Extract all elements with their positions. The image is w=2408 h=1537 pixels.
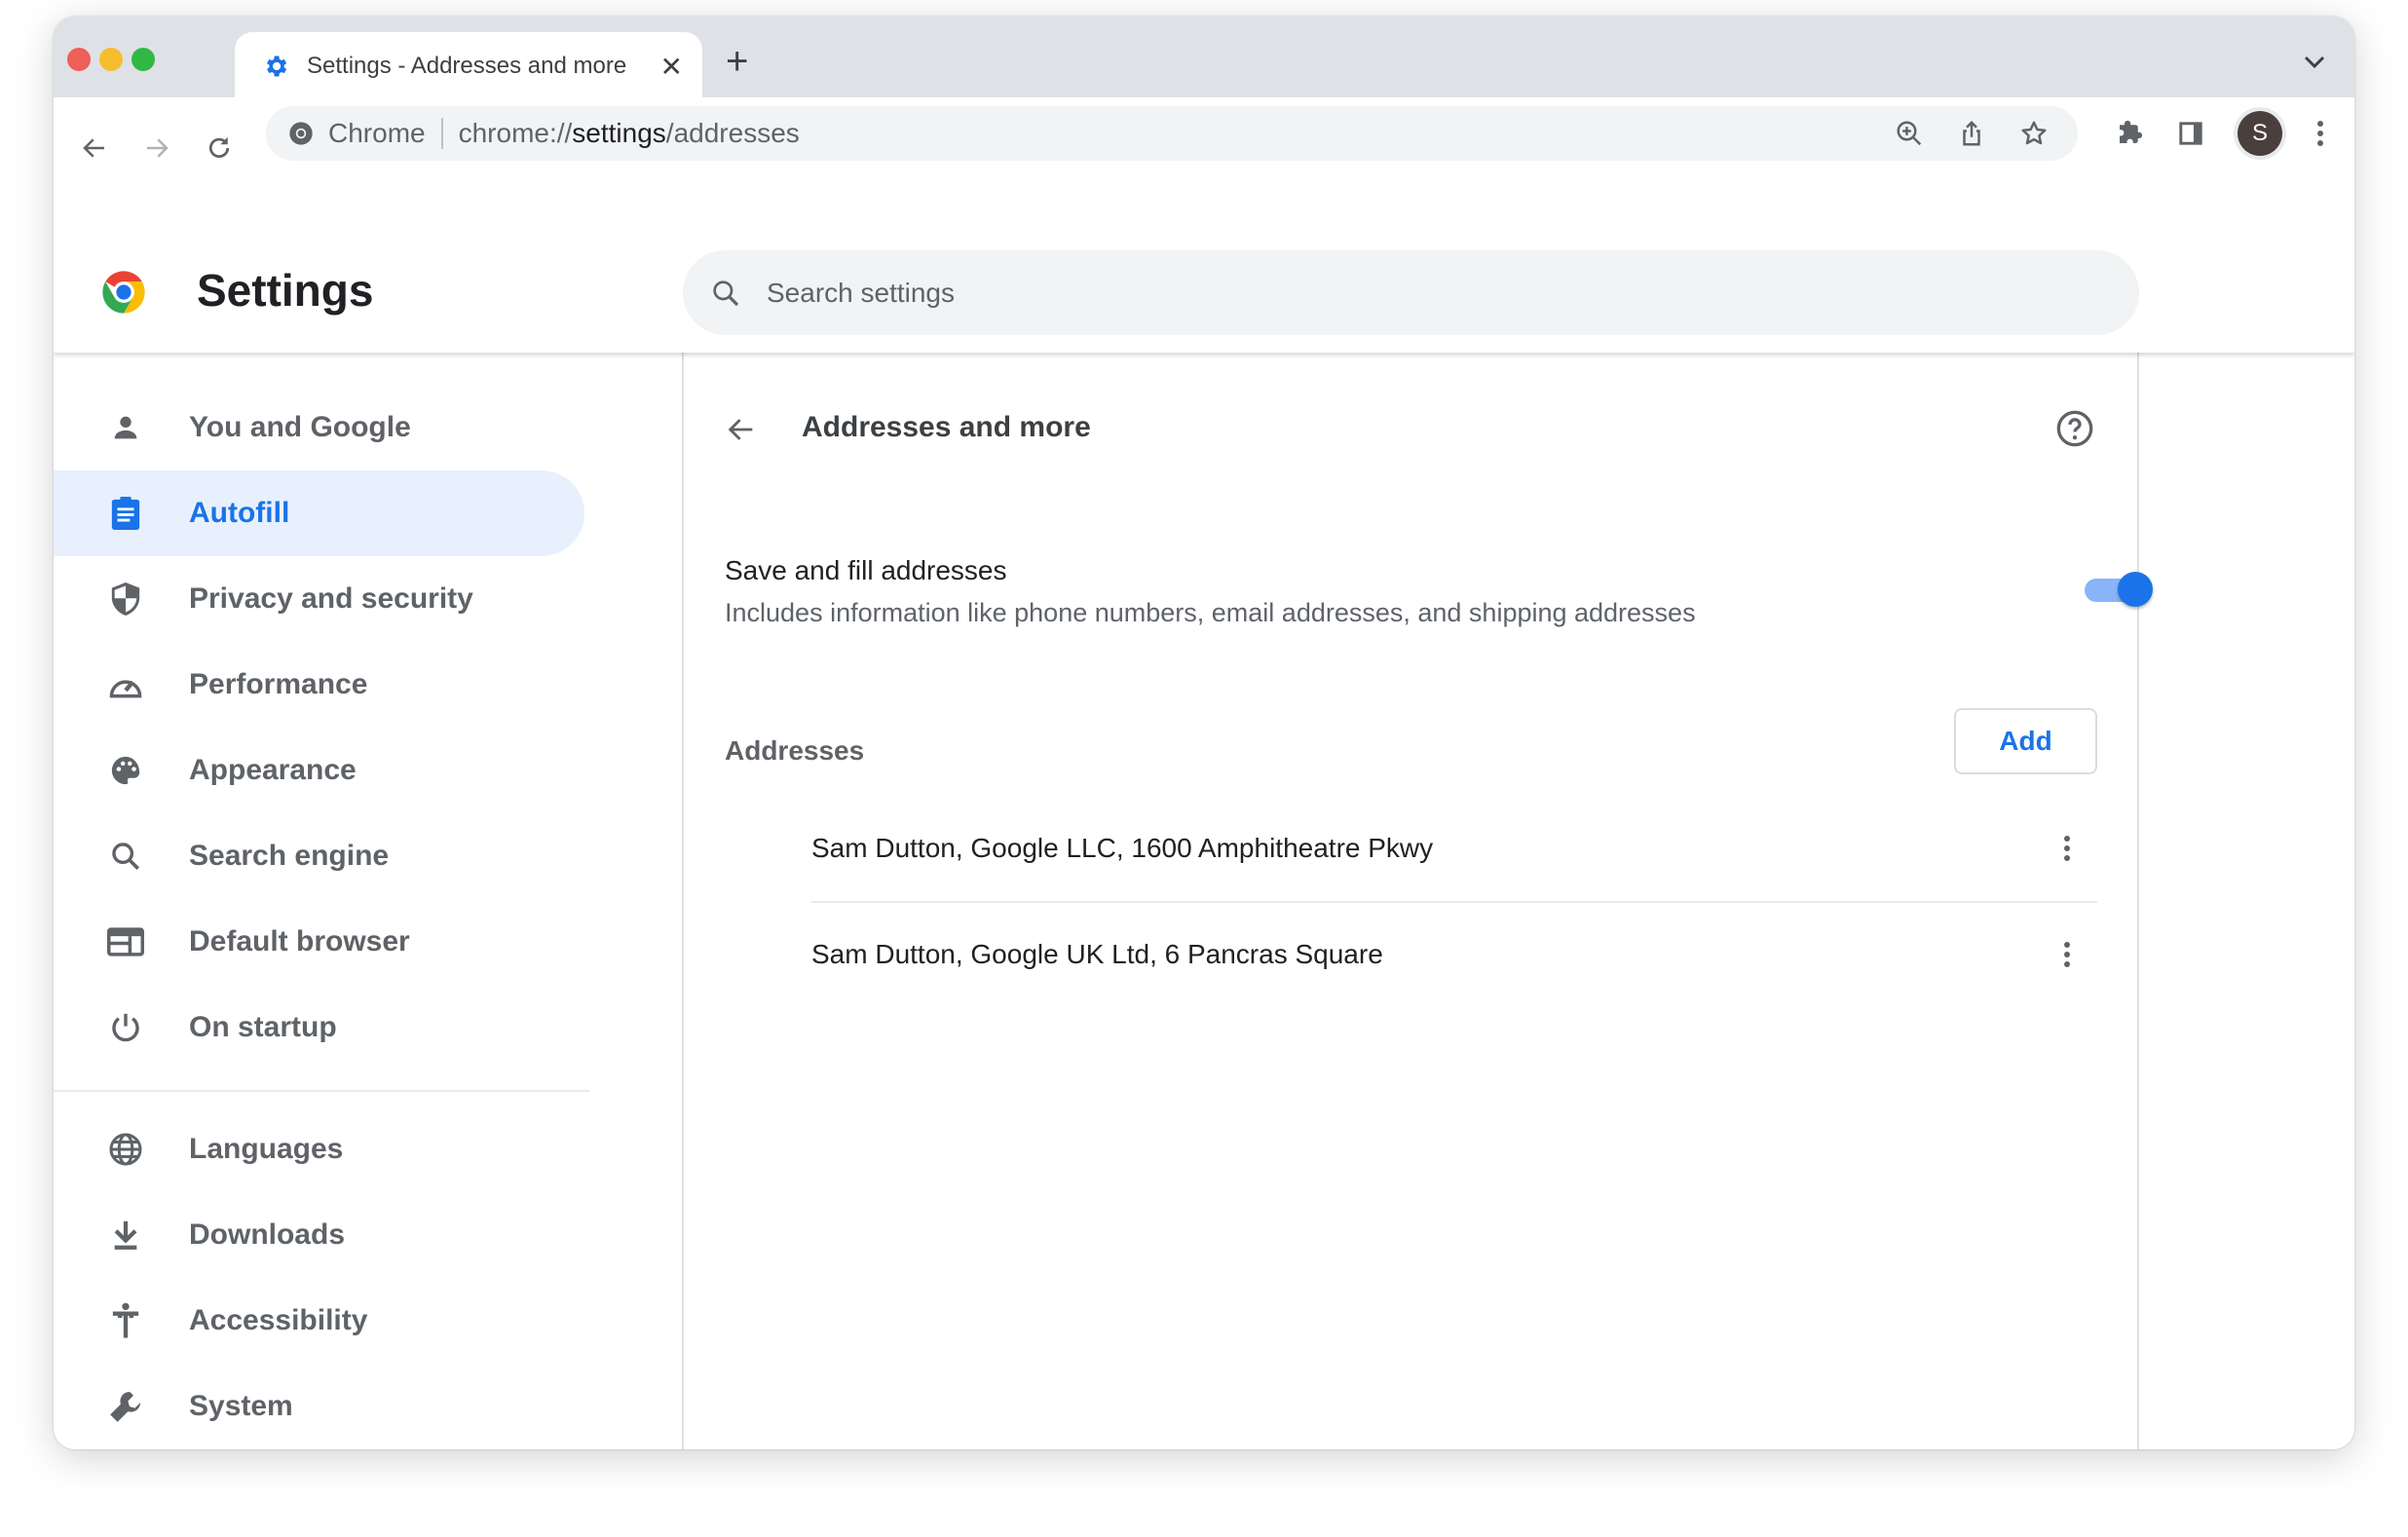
address-row: Sam Dutton, Google UK Ltd, 6 Pancras Squ… — [811, 902, 2097, 1007]
shield-icon — [111, 582, 140, 616]
sidebar-item-on-startup[interactable]: On startup — [54, 985, 584, 1070]
search-settings[interactable] — [683, 250, 2139, 335]
sidebar-item-performance[interactable]: Performance — [54, 642, 584, 728]
minimize-window-button[interactable] — [99, 48, 123, 71]
gear-icon — [267, 56, 287, 77]
add-address-button[interactable]: Add — [1954, 708, 2097, 774]
search-input[interactable] — [767, 277, 2033, 309]
accessibility-icon — [112, 1302, 139, 1338]
zoom-in-icon[interactable] — [1895, 119, 1924, 148]
sidebar-item-label: Search engine — [189, 840, 390, 872]
save-fill-description: Includes information like phone numbers,… — [725, 598, 1696, 627]
page-title: Settings — [197, 265, 374, 316]
sidebar-item-label: Autofill — [189, 497, 290, 529]
toolbar-actions: S — [2115, 106, 2325, 161]
sidebar-item-autofill[interactable]: Autofill — [54, 470, 584, 556]
sidebar-item-label: Privacy and security — [189, 582, 473, 615]
back-button[interactable] — [73, 127, 116, 169]
sidebar-item-downloads[interactable]: Downloads — [54, 1192, 584, 1278]
extensions-puzzle-icon[interactable] — [2115, 119, 2144, 148]
sidebar-item-label: Performance — [189, 668, 368, 700]
search-icon — [112, 843, 140, 871]
person-icon — [114, 416, 137, 439]
clipboard-icon — [111, 497, 140, 530]
section-title: Addresses and more — [802, 411, 1091, 443]
wrench-icon — [110, 1391, 141, 1422]
profile-avatar[interactable]: S — [2238, 111, 2282, 156]
chrome-logo-icon — [289, 122, 313, 145]
browser-icon — [107, 927, 144, 956]
sidebar-item-label: You and Google — [189, 411, 411, 443]
sidebar-item-label: Downloads — [189, 1218, 346, 1251]
sidebar-item-label: On startup — [189, 1011, 337, 1043]
sidebar-item-accessibility[interactable]: Accessibility — [54, 1278, 584, 1364]
power-icon — [112, 1013, 139, 1042]
sidebar-item-languages[interactable]: Languages — [54, 1106, 584, 1192]
close-window-button[interactable] — [67, 48, 91, 71]
arrow-left-icon — [83, 138, 104, 158]
search-icon — [713, 280, 739, 306]
sidebar-item-privacy-and-security[interactable]: Privacy and security — [54, 556, 584, 642]
sidebar-item-search-engine[interactable]: Search engine — [54, 813, 584, 899]
sidebar-item-default-browser[interactable]: Default browser — [54, 899, 584, 985]
new-tab-button[interactable]: + — [726, 42, 748, 81]
omnibox[interactable]: Chrome chrome://settings/addresses — [266, 106, 2078, 161]
more-vert-icon[interactable] — [2062, 940, 2072, 969]
tab-strip: Settings - Addresses and more ✕ + — [54, 17, 2354, 100]
sidebar-item-appearance[interactable]: Appearance — [54, 728, 584, 813]
url-scheme: chrome:// — [458, 118, 573, 148]
toggle-knob — [2118, 572, 2153, 607]
maximize-window-button[interactable] — [132, 48, 155, 71]
sidebar-item-system[interactable]: System — [54, 1364, 584, 1449]
address-row: Sam Dutton, Google LLC, 1600 Amphitheatr… — [811, 796, 2097, 901]
omnibox-separator — [440, 118, 443, 149]
addresses-heading: Addresses — [725, 735, 865, 766]
address-text: Sam Dutton, Google LLC, 1600 Amphitheatr… — [811, 833, 1434, 863]
browser-window: Settings - Addresses and more ✕ + Chrome… — [54, 17, 2354, 1449]
more-vert-icon[interactable] — [2315, 119, 2325, 148]
sidebar-divider — [54, 1090, 589, 1092]
more-vert-icon[interactable] — [2062, 834, 2072, 863]
download-icon — [114, 1220, 137, 1250]
tab-settings[interactable]: Settings - Addresses and more ✕ — [235, 32, 702, 100]
reload-button[interactable] — [198, 127, 241, 169]
chevron-down-icon[interactable] — [2304, 56, 2325, 69]
chrome-logo — [102, 271, 145, 314]
side-panel-icon[interactable] — [2177, 120, 2204, 147]
tab-title: Settings - Addresses and more — [307, 53, 627, 79]
url-host: settings — [572, 118, 666, 148]
settings-header: Settings — [54, 232, 2354, 353]
sidebar-item-you-and-google[interactable]: You and Google — [54, 385, 584, 470]
reload-icon — [208, 136, 230, 158]
arrow-right-icon — [147, 138, 169, 158]
save-fill-label: Save and fill addresses — [725, 555, 1007, 585]
sidebar-item-label: Appearance — [189, 754, 357, 786]
help-icon[interactable] — [2055, 409, 2094, 448]
sidebar-item-label: Accessibility — [189, 1304, 368, 1336]
sidebar-item-label: System — [189, 1390, 293, 1422]
globe-icon — [109, 1133, 142, 1166]
share-icon[interactable] — [1957, 119, 1986, 148]
speedometer-icon — [109, 680, 142, 698]
omnibox-chip: Chrome — [328, 118, 426, 148]
address-text: Sam Dutton, Google UK Ltd, 6 Pancras Squ… — [811, 939, 1383, 969]
forward-button[interactable] — [135, 127, 178, 169]
sidebar-item-label: Default browser — [189, 925, 410, 957]
close-tab-icon[interactable]: ✕ — [660, 51, 683, 83]
back-arrow-icon[interactable] — [725, 413, 758, 446]
url-path: /addresses — [665, 118, 800, 148]
palette-icon — [111, 756, 140, 785]
star-icon[interactable] — [2019, 119, 2049, 148]
addresses-card: Addresses and more Save and fill address… — [682, 353, 2153, 1449]
sidebar-item-label: Languages — [189, 1133, 344, 1165]
save-fill-toggle[interactable] — [2085, 572, 2153, 607]
